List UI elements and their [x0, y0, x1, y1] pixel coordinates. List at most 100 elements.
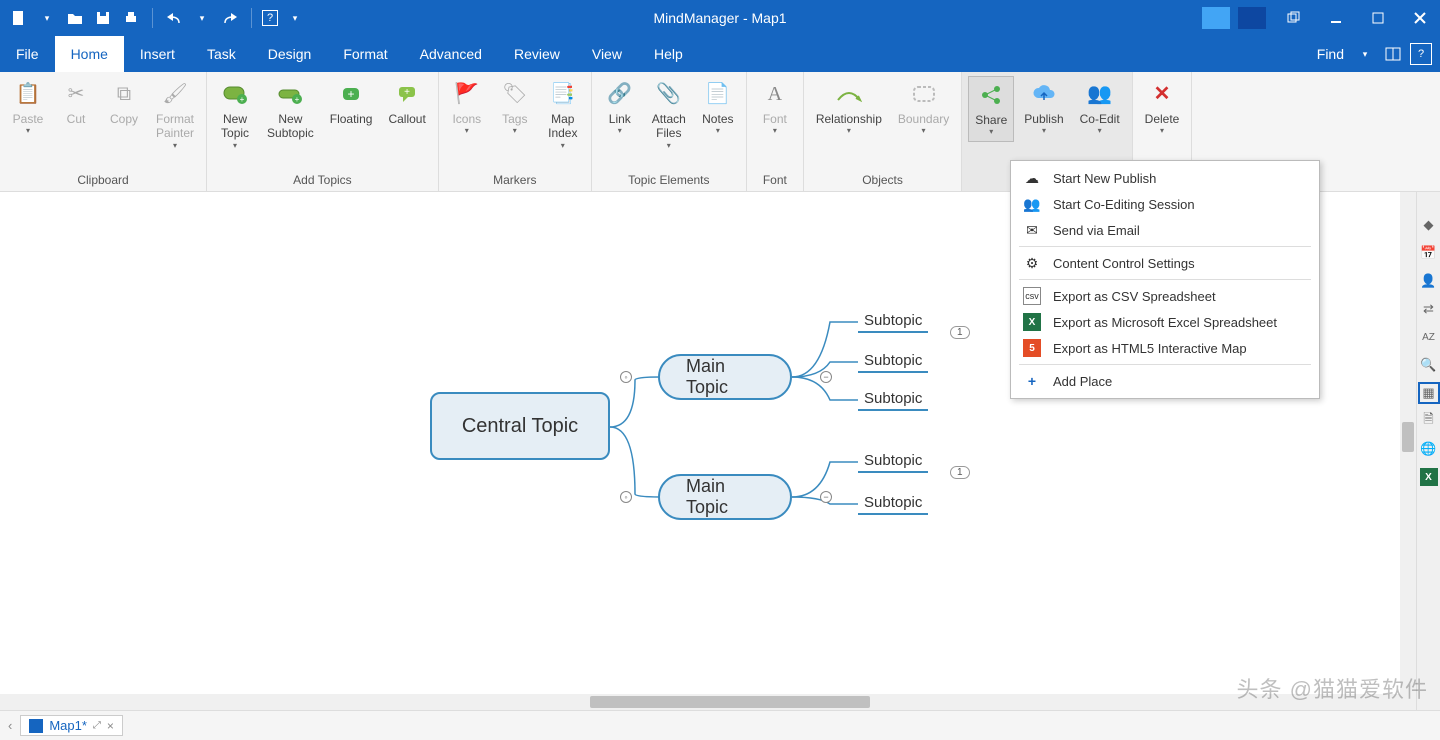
horizontal-scrollbar[interactable] — [0, 694, 1400, 710]
close-icon[interactable] — [1400, 3, 1440, 33]
count-badge[interactable]: 1 — [950, 466, 970, 479]
expand-handle[interactable]: ◦ — [620, 491, 632, 503]
qat-caret[interactable]: ▾ — [36, 7, 58, 29]
tags-button[interactable]: 🏷Tags▾ — [493, 76, 537, 140]
side-excel-icon[interactable]: X — [1420, 468, 1438, 486]
panel-toggle-icon[interactable] — [1382, 43, 1404, 65]
new-file-icon[interactable] — [8, 7, 30, 29]
boundary-label: Boundary — [898, 112, 949, 126]
central-topic-node[interactable]: Central Topic — [430, 392, 610, 460]
scroll-thumb[interactable] — [1402, 422, 1414, 452]
attach-files-label: Attach Files — [652, 112, 686, 141]
tab-home[interactable]: Home — [55, 36, 124, 72]
side-az-icon[interactable]: AZ — [1420, 328, 1438, 346]
minimize-icon[interactable] — [1316, 3, 1356, 33]
menu-export-csv[interactable]: csvExport as CSV Spreadsheet — [1011, 283, 1319, 309]
side-share-icon[interactable]: ⇄ — [1420, 300, 1438, 318]
share-button[interactable]: Share▾ — [968, 76, 1014, 142]
vertical-scrollbar[interactable] — [1400, 192, 1416, 694]
icons-button[interactable]: 🚩Icons▾ — [445, 76, 489, 140]
qat-more-caret[interactable]: ▾ — [284, 7, 306, 29]
tab-help[interactable]: Help — [638, 36, 699, 72]
coedit-button[interactable]: 👥Co-Edit▾ — [1074, 76, 1126, 140]
side-layout-icon[interactable]: ▦ — [1420, 384, 1438, 402]
tab-insert[interactable]: Insert — [124, 36, 191, 72]
help-circle-icon[interactable]: ? — [1410, 43, 1432, 65]
side-globe-icon[interactable]: 🌐 — [1420, 440, 1438, 458]
menu-start-new-publish[interactable]: ☁Start New Publish — [1011, 165, 1319, 191]
count-badge[interactable]: 1 — [950, 326, 970, 339]
callout-button[interactable]: +Callout — [382, 76, 431, 130]
tab-design[interactable]: Design — [252, 36, 328, 72]
tab-close-icon[interactable]: × — [107, 719, 114, 733]
map-index-button[interactable]: 📑Map Index▾ — [541, 76, 585, 154]
side-person-icon[interactable]: 👤 — [1420, 272, 1438, 290]
cut-button[interactable]: ✂Cut — [54, 76, 98, 130]
undo-caret[interactable]: ▾ — [191, 7, 213, 29]
tab-popout-icon[interactable]: ⤢ — [93, 720, 101, 731]
quick-access-toolbar: ▾ ▾ ? ▾ — [0, 7, 306, 29]
attach-files-button[interactable]: 📎Attach Files▾ — [646, 76, 692, 154]
side-search-icon[interactable]: 🔍 — [1420, 356, 1438, 374]
side-doc-icon[interactable]: 🗎 — [1420, 412, 1438, 430]
tab-task[interactable]: Task — [191, 36, 252, 72]
copy-button[interactable]: ⧉Copy — [102, 76, 146, 130]
subtopic-node[interactable]: Subtopic — [858, 492, 928, 515]
find-label[interactable]: Find — [1317, 46, 1344, 62]
relationship-button[interactable]: Relationship▾ — [810, 76, 888, 140]
new-topic-button[interactable]: +New Topic▾ — [213, 76, 257, 154]
format-painter-button[interactable]: 🖌Format Painter▾ — [150, 76, 200, 154]
collapse-handle[interactable]: − — [820, 371, 832, 383]
help-icon[interactable]: ? — [262, 10, 278, 26]
delete-button[interactable]: ✕Delete▾ — [1139, 76, 1186, 140]
scroll-thumb[interactable] — [590, 696, 870, 708]
document-tab[interactable]: Map1* ⤢ × — [20, 715, 123, 736]
find-caret-icon[interactable]: ▾ — [1354, 43, 1376, 65]
redo-icon[interactable] — [219, 7, 241, 29]
boundary-button[interactable]: Boundary▾ — [892, 76, 955, 140]
group-font: AFont▾ Font — [747, 72, 804, 191]
group-label-add-topics: Add Topics — [213, 171, 432, 191]
link-button[interactable]: 🔗Link▾ — [598, 76, 642, 140]
subtopic-node[interactable]: Subtopic — [858, 350, 928, 373]
icons-label: Icons — [452, 112, 481, 126]
scroll-left-icon[interactable]: ‹ — [8, 718, 12, 733]
font-button[interactable]: AFont▾ — [753, 76, 797, 140]
subtopic-node[interactable]: Subtopic — [858, 310, 928, 333]
document-tab-label: Map1* — [49, 718, 87, 733]
resize-grip[interactable] — [1400, 694, 1416, 710]
menu-start-coediting[interactable]: 👥Start Co-Editing Session — [1011, 191, 1319, 217]
tab-format[interactable]: Format — [327, 36, 403, 72]
side-marker-icon[interactable]: ◆ — [1420, 216, 1438, 234]
tab-file[interactable]: File — [0, 36, 55, 72]
side-calendar-icon[interactable]: 📅 — [1420, 244, 1438, 262]
tab-view[interactable]: View — [576, 36, 638, 72]
main-topic-node-2[interactable]: Main Topic — [658, 474, 792, 520]
callout-icon: + — [393, 80, 421, 108]
tab-advanced[interactable]: Advanced — [404, 36, 498, 72]
menu-export-excel[interactable]: XExport as Microsoft Excel Spreadsheet — [1011, 309, 1319, 335]
svg-text:+: + — [348, 87, 355, 101]
collapse-handle[interactable]: − — [820, 491, 832, 503]
subtopic-node[interactable]: Subtopic — [858, 450, 928, 473]
main-topic-node-1[interactable]: Main Topic — [658, 354, 792, 400]
open-icon[interactable] — [64, 7, 86, 29]
publish-button[interactable]: Publish▾ — [1018, 76, 1069, 140]
restore-down-icon[interactable] — [1274, 3, 1314, 33]
undo-icon[interactable] — [163, 7, 185, 29]
menu-export-html5[interactable]: 5Export as HTML5 Interactive Map — [1011, 335, 1319, 361]
floating-button[interactable]: +Floating — [324, 76, 379, 130]
subtopic-node[interactable]: Subtopic — [858, 388, 928, 411]
notes-button[interactable]: 📄Notes▾ — [696, 76, 740, 140]
print-icon[interactable] — [120, 7, 142, 29]
expand-handle[interactable]: ◦ — [620, 371, 632, 383]
paste-button[interactable]: 📋Paste▾ — [6, 76, 50, 140]
new-subtopic-button[interactable]: +New Subtopic — [261, 76, 320, 145]
menu-add-place[interactable]: +Add Place — [1011, 368, 1319, 394]
menu-item-label: Add Place — [1053, 374, 1112, 389]
menu-content-control[interactable]: ⚙Content Control Settings — [1011, 250, 1319, 276]
tab-review[interactable]: Review — [498, 36, 576, 72]
save-icon[interactable] — [92, 7, 114, 29]
menu-send-email[interactable]: ✉Send via Email — [1011, 217, 1319, 243]
maximize-icon[interactable] — [1358, 3, 1398, 33]
